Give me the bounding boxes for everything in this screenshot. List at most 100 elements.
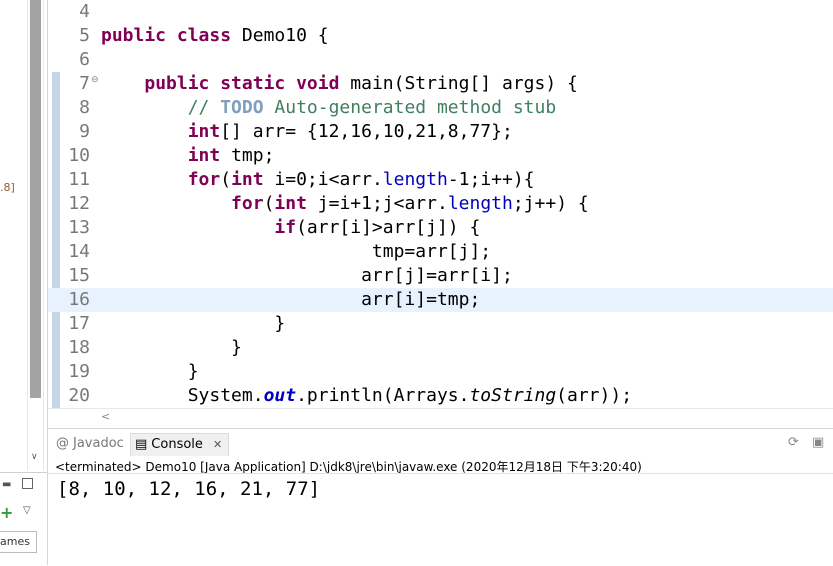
display-console-icon[interactable]: ▣: [812, 435, 824, 450]
code-token: (: [220, 169, 232, 190]
code-token: int: [187, 121, 221, 142]
code-token: i=0;i<arr.: [274, 169, 383, 190]
code-line[interactable]: 6: [48, 48, 833, 72]
pin-console-icon[interactable]: ⟳: [788, 435, 799, 450]
code-line[interactable]: 19 }: [48, 360, 833, 384]
line-number: 14: [68, 241, 90, 262]
line-number: 6: [79, 49, 90, 70]
code-token: -1;i++){: [447, 169, 535, 190]
tab-javadoc-label: Javadoc: [73, 436, 124, 451]
code-token: for: [231, 193, 264, 214]
code-token: arr[i]=tmp;: [101, 289, 481, 310]
line-number: 16: [68, 289, 90, 310]
code-line[interactable]: 8 // TODO Auto-generated method stub: [48, 96, 833, 120]
line-number: 19: [68, 361, 90, 382]
code-line[interactable]: 4: [48, 0, 833, 24]
left-bottom-view: ▬ + ▽ ames: [0, 472, 47, 566]
code-token: main(String[] args) {: [350, 73, 578, 94]
maximize-icon[interactable]: [22, 478, 33, 489]
javadoc-icon: @: [56, 436, 69, 451]
code-token: }: [101, 361, 199, 382]
code-text: arr[j]=arr[i];: [101, 264, 513, 288]
code-line[interactable]: 11 for(int i=0;i<arr.length-1;i++){: [48, 168, 833, 192]
code-token: [] arr= {12,16,10,21,8,77};: [220, 121, 513, 142]
code-token: (arr[i]>arr[j]) {: [296, 217, 481, 238]
code-token: TODO: [220, 97, 264, 118]
code-token: void: [296, 73, 351, 94]
code-token: System.: [101, 385, 264, 406]
code-token: public: [101, 25, 177, 46]
code-token: (arr));: [556, 385, 633, 406]
console-divider: [48, 473, 833, 474]
code-line[interactable]: 13 if(arr[i]>arr[j]) {: [48, 216, 833, 240]
line-number: 18: [68, 337, 90, 358]
line-number: 9: [79, 121, 90, 142]
code-token: ;j++) {: [512, 193, 589, 214]
code-token: //: [187, 97, 221, 118]
code-token: Auto-generated method stub: [263, 97, 557, 118]
code-token: public: [144, 73, 221, 94]
left-view-panel: .8]: [0, 0, 27, 470]
code-token: for: [187, 169, 221, 190]
code-line[interactable]: 15 arr[j]=arr[i];: [48, 264, 833, 288]
code-line[interactable]: 10 int tmp;: [48, 144, 833, 168]
line-number: 4: [79, 1, 90, 22]
code-token: length: [447, 193, 513, 214]
code-line[interactable]: 16 arr[i]=tmp;: [48, 288, 833, 312]
code-text: int tmp;: [101, 144, 275, 168]
code-text: // TODO Auto-generated method stub: [101, 96, 556, 120]
line-number: 13: [68, 217, 90, 238]
scrollbar-thumb[interactable]: [30, 0, 41, 398]
names-field[interactable]: ames: [0, 531, 37, 553]
code-line[interactable]: 12 for(int j=i+1;j<arr.length;j++) {: [48, 192, 833, 216]
code-line[interactable]: 20 System.out.println(Arrays.toString(ar…: [48, 384, 833, 408]
editor-horizontal-scrollbar[interactable]: <: [48, 408, 833, 425]
left-view-vertical-scrollbar[interactable]: ∨: [27, 0, 44, 470]
code-line[interactable]: 9 int[] arr= {12,16,10,21,8,77};: [48, 120, 833, 144]
minimize-icon[interactable]: ▬: [2, 479, 11, 490]
line-number: 17: [68, 313, 90, 334]
tab-javadoc[interactable]: @ Javadoc: [56, 433, 124, 455]
code-text: }: [101, 312, 285, 336]
code-line[interactable]: 18 }: [48, 336, 833, 360]
code-line[interactable]: 5 public class Demo10 {: [48, 24, 833, 48]
scroll-left-arrow-icon[interactable]: <: [101, 410, 110, 423]
code-text: for(int i=0;i<arr.length-1;i++){: [101, 168, 535, 192]
code-text: if(arr[i]>arr[j]) {: [101, 216, 480, 240]
scroll-down-arrow-icon[interactable]: ∨: [31, 452, 38, 462]
code-token: out: [263, 385, 297, 406]
code-line[interactable]: 17 }: [48, 312, 833, 336]
code-text: }: [101, 336, 242, 360]
console-icon: ▤: [135, 437, 148, 452]
console-output[interactable]: [8, 10, 12, 16, 21, 77]: [57, 478, 320, 500]
line-number: 10: [68, 145, 90, 166]
code-token: }: [101, 337, 242, 358]
code-text: public static void main(String[] args) {: [101, 72, 578, 96]
code-token: length: [382, 169, 448, 190]
tab-console[interactable]: ▤ Console ✕: [130, 433, 230, 456]
left-view-fragment-text: .8]: [0, 181, 15, 194]
line-number: 20: [68, 385, 90, 406]
view-menu-icon[interactable]: ▽: [23, 505, 31, 516]
code-line[interactable]: 7 ⊖ public static void main(String[] args…: [48, 72, 833, 96]
line-number: 7: [79, 73, 90, 94]
code-token: int: [231, 169, 275, 190]
bottom-view-tabbar: @ Javadoc ▤ Console ✕ ⟳ ▣: [48, 428, 833, 457]
add-icon[interactable]: +: [0, 503, 13, 522]
code-token: .println(Arrays.: [296, 385, 470, 406]
code-text: System.out.println(Arrays.toString(arr))…: [101, 384, 632, 408]
fold-toggle-icon[interactable]: ⊖: [91, 75, 99, 85]
code-text: int[] arr= {12,16,10,21,8,77};: [101, 120, 513, 144]
code-token: j=i+1;j<arr.: [317, 193, 448, 214]
code-editor[interactable]: 4 5 public class Demo10 {6 7 ⊖ public static…: [48, 0, 833, 408]
close-icon[interactable]: ✕: [213, 438, 222, 451]
tab-console-label: Console: [151, 437, 203, 452]
code-line[interactable]: 14 tmp=arr[j];: [48, 240, 833, 264]
code-token: static: [220, 73, 297, 94]
